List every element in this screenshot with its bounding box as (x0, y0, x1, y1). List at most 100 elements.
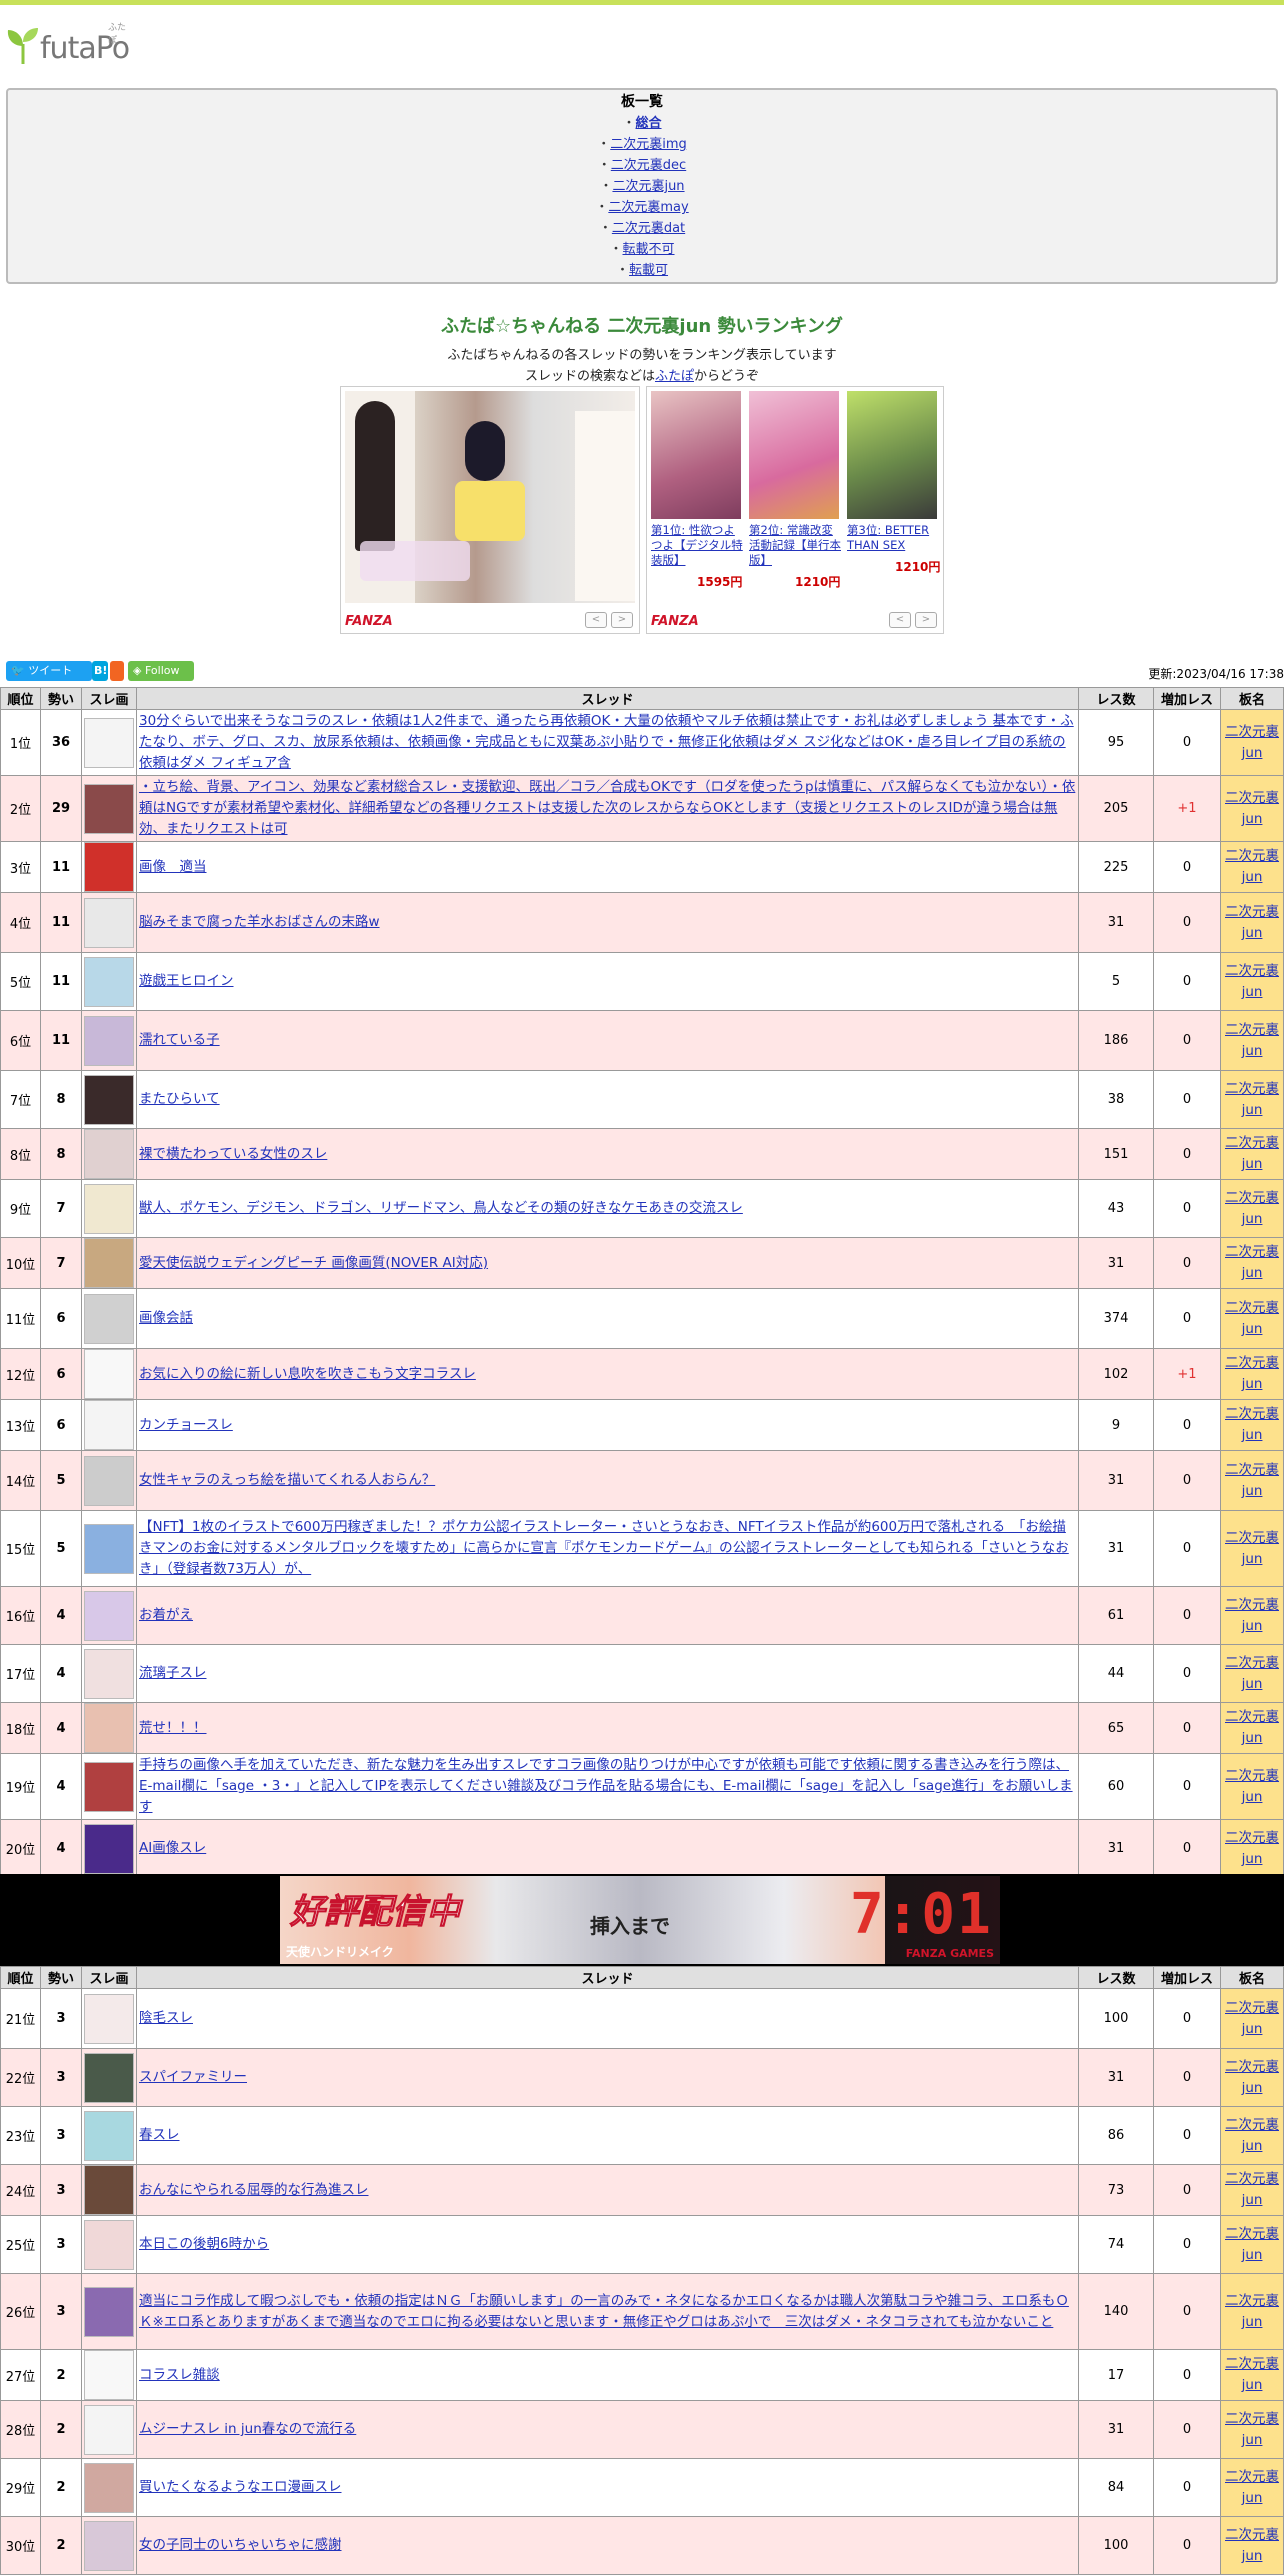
thread-thumbnail[interactable] (84, 2052, 134, 2103)
ad-caption-2[interactable]: 第2位: 常識改変活動記録【単行本版】 (749, 523, 841, 568)
thread-link[interactable]: 春スレ (139, 2127, 180, 2143)
board-name-link[interactable]: 二次元裏jun (1225, 1530, 1279, 1567)
thread-link[interactable]: カンチョースレ (139, 1417, 233, 1433)
board-link[interactable]: 転載可 (629, 263, 668, 278)
thread-link[interactable]: 脳みそまで腐った羊水おばさんの末路w (139, 914, 380, 930)
tweet-button[interactable]: 🐦 ツイート (6, 661, 92, 681)
board-link[interactable]: 二次元裏dec (611, 158, 686, 173)
thread-thumbnail[interactable] (84, 842, 134, 892)
thread-thumbnail[interactable] (84, 1761, 134, 1812)
thread-thumbnail[interactable] (84, 2219, 134, 2270)
ad-caption-3[interactable]: 第3位: BETTER THAN SEX (847, 523, 939, 553)
board-link[interactable]: 二次元裏jun (612, 179, 684, 194)
site-logo[interactable]: futaPo ふたぽ (6, 22, 130, 64)
thread-link[interactable]: 30分ぐらいで出来そうなコラのスレ・依頼は1人2件まで、通ったら再依頼OK・大量… (139, 713, 1074, 771)
thread-thumbnail[interactable] (84, 1523, 134, 1574)
thread-thumbnail[interactable] (84, 2165, 134, 2215)
board-name-link[interactable]: 二次元裏jun (1225, 2059, 1279, 2096)
board-name-link[interactable]: 二次元裏jun (1225, 1768, 1279, 1805)
board-name-link[interactable]: 二次元裏jun (1225, 2356, 1279, 2393)
thread-link[interactable]: 適当にコラ作成して暇つぶしでも・依頼の指定はＮＧ「お願いします」の一言のみで・ネ… (139, 2293, 1069, 2330)
ad-prev-button[interactable]: < (585, 612, 607, 628)
thread-thumbnail[interactable] (84, 717, 134, 768)
ad-image[interactable] (345, 391, 635, 603)
board-name-link[interactable]: 二次元裏jun (1225, 1830, 1279, 1867)
thread-thumbnail[interactable] (84, 956, 134, 1007)
thread-thumbnail[interactable] (84, 1590, 134, 1641)
board-link[interactable]: 転載不可 (623, 242, 675, 257)
board-link[interactable]: 二次元裏img (610, 137, 687, 152)
thread-thumbnail[interactable] (84, 2350, 134, 2400)
thread-thumbnail[interactable] (84, 1455, 134, 1506)
thread-link[interactable]: 濡れている子 (139, 1032, 220, 1048)
ad-next-button[interactable]: > (915, 612, 937, 628)
thread-link[interactable]: 荒せ！！！ (139, 1720, 207, 1736)
board-name-link[interactable]: 二次元裏jun (1225, 1300, 1279, 1337)
thread-thumbnail[interactable] (84, 1703, 134, 1753)
thread-thumbnail[interactable] (84, 2462, 134, 2513)
board-name-link[interactable]: 二次元裏jun (1225, 1709, 1279, 1746)
board-name-link[interactable]: 二次元裏jun (1225, 1597, 1279, 1634)
board-name-link[interactable]: 二次元裏jun (1225, 2000, 1279, 2037)
board-name-link[interactable]: 二次元裏jun (1225, 1190, 1279, 1227)
thread-link[interactable]: 陰毛スレ (139, 2010, 193, 2026)
thread-link[interactable]: お気に入りの絵に新しい息吹を吹きこもう文字コラスレ (139, 1366, 476, 1382)
board-name-link[interactable]: 二次元裏jun (1225, 724, 1279, 761)
thread-thumbnail[interactable] (84, 783, 134, 834)
thread-thumbnail[interactable] (84, 897, 134, 948)
ad-caption-1[interactable]: 第1位: 性欲つよつよ【デジタル特装版】 (651, 523, 743, 568)
thread-link[interactable]: 本日この後朝6時から (139, 2236, 269, 2252)
ad-banner-left[interactable]: FANZA < > (340, 386, 640, 634)
board-name-link[interactable]: 二次元裏jun (1225, 848, 1279, 885)
thread-link[interactable]: 画像会話 (139, 1310, 193, 1326)
ad-prev-button[interactable]: < (889, 612, 911, 628)
thread-link[interactable]: AI画像スレ (139, 1840, 206, 1856)
game-ad-image[interactable]: 好評配信中 挿入まで 7:01:63 天使ハンドリメイク FANZA GAMES (280, 1876, 1000, 1964)
thread-link[interactable]: スパイファミリー (139, 2069, 247, 2085)
thread-link[interactable]: 獣人、ポケモン、デジモン、ドラゴン、リザードマン、鳥人などその類の好きなケモあき… (139, 1200, 743, 1216)
board-name-link[interactable]: 二次元裏jun (1225, 2117, 1279, 2154)
board-name-link[interactable]: 二次元裏jun (1225, 904, 1279, 941)
thread-thumbnail[interactable] (84, 2286, 134, 2337)
thread-link[interactable]: 裸で横たわっている女性のスレ (139, 1146, 327, 1162)
thread-thumbnail[interactable] (84, 1293, 134, 1344)
thread-link[interactable]: 女の子同士のいちゃいちゃに感謝 (139, 2537, 342, 2553)
ad-cover-1[interactable] (651, 391, 741, 519)
thread-link[interactable]: おんなにやられる屈辱的な行為進スレ (139, 2182, 369, 2198)
thread-link[interactable]: 手持ちの画像へ手を加えていただき、新たな魅力を生み出すスレですコラ画像の貼りつけ… (139, 1757, 1073, 1815)
board-name-link[interactable]: 二次元裏jun (1225, 790, 1279, 827)
board-name-link[interactable]: 二次元裏jun (1225, 2411, 1279, 2448)
board-name-link[interactable]: 二次元裏jun (1225, 1135, 1279, 1172)
board-name-link[interactable]: 二次元裏jun (1225, 2469, 1279, 2506)
board-name-link[interactable]: 二次元裏jun (1225, 1462, 1279, 1499)
board-name-link[interactable]: 二次元裏jun (1225, 1081, 1279, 1118)
thread-thumbnail[interactable] (84, 2110, 134, 2161)
board-name-link[interactable]: 二次元裏jun (1225, 1355, 1279, 1392)
ad-cover-3[interactable] (847, 391, 937, 519)
board-name-link[interactable]: 二次元裏jun (1225, 2293, 1279, 2330)
board-name-link[interactable]: 二次元裏jun (1225, 1244, 1279, 1281)
feedly-follow-button[interactable]: ◈ Follow (128, 661, 194, 681)
thread-thumbnail[interactable] (84, 1015, 134, 1066)
futapo-link[interactable]: ふたぽ (655, 369, 694, 384)
thread-link[interactable]: 女性キャラのえっち絵を描いてくれる人おらん？ (139, 1472, 435, 1488)
thread-thumbnail[interactable] (84, 1129, 134, 1179)
board-name-link[interactable]: 二次元裏jun (1225, 2527, 1279, 2564)
thread-thumbnail[interactable] (84, 1183, 134, 1234)
board-link[interactable]: 二次元裏may (608, 200, 688, 215)
board-name-link[interactable]: 二次元裏jun (1225, 1655, 1279, 1692)
board-link[interactable]: 二次元裏dat (612, 221, 685, 236)
thread-link[interactable]: またひらいて (139, 1091, 220, 1107)
thread-link[interactable]: ・立ち絵、背景、アイコン、効果など素材総合スレ・支援歓迎、既出／コラ／合成もOK… (139, 779, 1075, 837)
thread-thumbnail[interactable] (84, 1823, 134, 1874)
thread-thumbnail[interactable] (84, 2520, 134, 2571)
thread-thumbnail[interactable] (84, 1238, 134, 1288)
board-link[interactable]: 総合 (636, 116, 662, 131)
thread-thumbnail[interactable] (84, 1993, 134, 2044)
thread-link[interactable]: 遊戯王ヒロイン (139, 973, 234, 989)
board-name-link[interactable]: 二次元裏jun (1225, 1406, 1279, 1443)
board-name-link[interactable]: 二次元裏jun (1225, 963, 1279, 1000)
thread-thumbnail[interactable] (84, 1400, 134, 1450)
ad-cover-2[interactable] (749, 391, 839, 519)
board-name-link[interactable]: 二次元裏jun (1225, 2171, 1279, 2208)
